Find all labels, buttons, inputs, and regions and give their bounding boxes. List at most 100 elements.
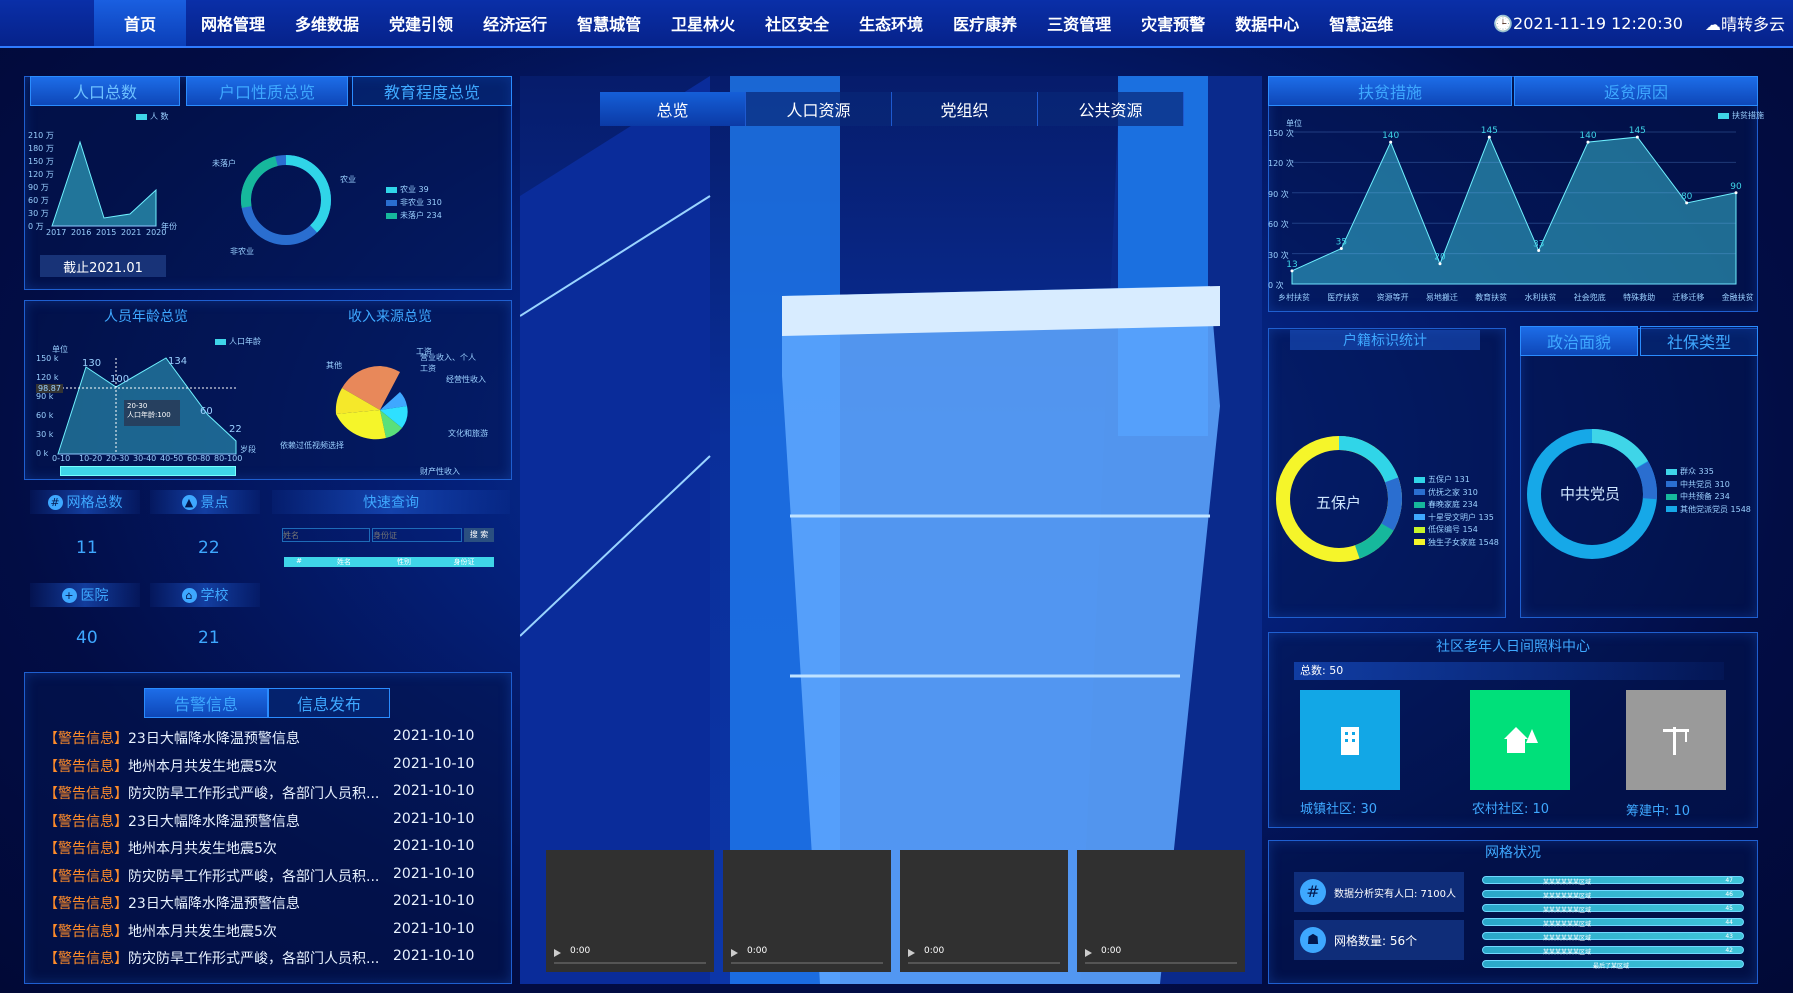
tab-social-security[interactable]: 社保类型 bbox=[1640, 326, 1758, 356]
video-player[interactable]: 0:00 bbox=[900, 850, 1068, 972]
tab-notices[interactable]: 信息发布 bbox=[268, 688, 390, 718]
nav-item-1[interactable]: 网格管理 bbox=[186, 0, 280, 46]
legend-swatch bbox=[1666, 493, 1677, 500]
area-data-label: 35 bbox=[1336, 238, 1347, 248]
grid-bar[interactable]: 某某某某某某区域 47 bbox=[1482, 876, 1744, 886]
grid-bar[interactable]: 某某某某某某区域 46 bbox=[1482, 890, 1744, 900]
tab-return-poverty[interactable]: 返贫原因 bbox=[1514, 76, 1758, 106]
grid-bar[interactable]: 某某某某某某区域 44 bbox=[1482, 918, 1744, 928]
nav-item-4[interactable]: 经济运行 bbox=[468, 0, 562, 46]
rural-community-box[interactable] bbox=[1470, 690, 1570, 790]
center-tab-2[interactable]: 党组织 bbox=[892, 92, 1038, 126]
center-tab-3[interactable]: 公共资源 bbox=[1038, 92, 1184, 126]
pop-date-note: 截止2021.01 bbox=[40, 255, 166, 277]
nav-item-6[interactable]: 卫星林火 bbox=[656, 0, 750, 46]
id-input[interactable] bbox=[372, 528, 462, 542]
video-progress[interactable] bbox=[908, 962, 1060, 964]
quick-query-text: 快速查询 bbox=[363, 495, 419, 511]
alert-date: 2021-10-10 bbox=[393, 755, 475, 772]
area-ytick: 60 次 bbox=[1268, 220, 1289, 230]
grid-bar[interactable]: 某某某某某某区域 42 bbox=[1482, 946, 1744, 956]
house-tree-icon bbox=[1504, 727, 1538, 753]
video-progress[interactable] bbox=[554, 962, 706, 964]
play-icon[interactable] bbox=[731, 949, 738, 957]
area-xtick: 水利扶贫 bbox=[1524, 293, 1557, 302]
tab-alerts[interactable]: 告警信息 bbox=[144, 688, 268, 718]
school-icon: ⌂ bbox=[181, 587, 197, 603]
legend-text: 优抚之家 310 bbox=[1428, 487, 1478, 497]
legend-swatch bbox=[1666, 468, 1677, 475]
grid-bar[interactable]: 某某某某某某区域 43 bbox=[1482, 932, 1744, 942]
income-label-4: 工资 bbox=[416, 347, 432, 356]
pop-xtick: 2016 bbox=[71, 228, 92, 237]
search-button[interactable]: 搜 索 bbox=[464, 528, 494, 542]
nav-item-3[interactable]: 党建引领 bbox=[374, 0, 468, 46]
video-player[interactable]: 0:00 bbox=[723, 850, 891, 972]
area-xtick: 金融扶贫 bbox=[1721, 293, 1754, 302]
nav-item-13[interactable]: 智慧运维 bbox=[1314, 0, 1408, 46]
play-icon[interactable] bbox=[1085, 949, 1092, 957]
age-ytick: 120 k bbox=[36, 373, 59, 382]
nav-item-11[interactable]: 灾害预警 bbox=[1126, 0, 1220, 46]
tab-household[interactable]: 户口性质总览 bbox=[186, 76, 348, 106]
urban-community-box[interactable] bbox=[1300, 690, 1400, 790]
tab-poverty[interactable]: 扶贫措施 bbox=[1268, 76, 1512, 106]
pop-date-text: 截止2021.01 bbox=[63, 260, 143, 276]
nav-item-0[interactable]: 首页 bbox=[94, 0, 187, 46]
legend-swatch bbox=[1414, 514, 1425, 520]
alert-row[interactable]: 【警告信息】防灾防旱工作形式严峻，各部门人员积... bbox=[44, 948, 379, 968]
play-icon[interactable] bbox=[908, 949, 915, 957]
nav-item-10[interactable]: 三资管理 bbox=[1032, 0, 1126, 46]
stat-hospital-text: 医院 bbox=[80, 588, 109, 604]
pop-xtick: 2021 bbox=[121, 228, 142, 237]
col-id: 身份证 bbox=[453, 558, 475, 566]
household-legend-text-1: 农业 39 bbox=[400, 185, 429, 194]
nav-item-9[interactable]: 医疗康养 bbox=[938, 0, 1032, 46]
legend-text: 春晚家庭 234 bbox=[1428, 500, 1478, 509]
center-tab-1[interactable]: 人口资源 bbox=[746, 92, 892, 126]
nav-item-5[interactable]: 智慧城管 bbox=[562, 0, 656, 46]
area-data-label: 145 bbox=[1629, 126, 1646, 136]
alert-row[interactable]: 【警告信息】23日大幅降水降温预警信息 bbox=[44, 893, 300, 913]
tab-population[interactable]: 人口总数 bbox=[30, 76, 180, 106]
under-construction-box[interactable] bbox=[1626, 690, 1726, 790]
alert-row[interactable]: 【警告信息】地州本月共发生地震5次 bbox=[44, 756, 277, 776]
legend-swatch bbox=[1414, 501, 1425, 508]
income-label-6: 依赖过低视频选择 bbox=[280, 441, 344, 450]
alert-row[interactable]: 【警告信息】防灾防旱工作形式严峻，各部门人员积... bbox=[44, 866, 379, 886]
alert-text: 防灾防旱工作形式严峻，各部门人员积... bbox=[128, 951, 380, 967]
nav-item-7[interactable]: 社区安全 bbox=[750, 0, 844, 46]
name-input[interactable] bbox=[282, 528, 370, 542]
tab-political[interactable]: 政治面貌 bbox=[1520, 326, 1638, 356]
alert-date: 2021-10-10 bbox=[393, 783, 475, 799]
video-player[interactable]: 0:00 bbox=[546, 850, 714, 972]
age-scroll-bar[interactable] bbox=[60, 466, 236, 476]
alert-row[interactable]: 【警告信息】防灾防旱工作形式严峻，各部门人员积... bbox=[44, 783, 379, 803]
video-time: 0:00 bbox=[570, 946, 591, 956]
alert-row[interactable]: 【警告信息】23日大幅降水降温预警信息 bbox=[44, 811, 300, 831]
3d-building-view[interactable] bbox=[520, 76, 1262, 984]
nav-item-8[interactable]: 生态环境 bbox=[844, 0, 938, 46]
nav-item-2[interactable]: 多维数据 bbox=[280, 0, 374, 46]
alert-row[interactable]: 【警告信息】地州本月共发生地震5次 bbox=[44, 838, 277, 858]
video-progress[interactable] bbox=[1085, 962, 1237, 964]
age-xtick: 60-80 bbox=[187, 454, 211, 463]
pop-legend-text: 人 数 bbox=[150, 112, 169, 121]
construction-label: 筹建中: 10 bbox=[1626, 804, 1691, 819]
grid-bar[interactable]: 某某某某某某区域 45 bbox=[1482, 904, 1744, 914]
video-player[interactable]: 0:00 bbox=[1077, 850, 1245, 972]
center-tab-0[interactable]: 总览 bbox=[600, 92, 746, 126]
nav-item-12[interactable]: 数据中心 bbox=[1220, 0, 1314, 46]
video-progress[interactable] bbox=[731, 962, 883, 964]
grid-bar-last[interactable]: 最后了某区域 bbox=[1482, 960, 1744, 970]
alert-row[interactable]: 【警告信息】23日大幅降水降温预警信息 bbox=[44, 728, 300, 748]
income-rose-chart bbox=[335, 366, 408, 440]
income-label-7: 财产性收入 bbox=[420, 467, 460, 476]
legend-swatch bbox=[1414, 539, 1425, 545]
alert-row[interactable]: 【警告信息】地州本月共发生地震5次 bbox=[44, 921, 277, 941]
tab-education[interactable]: 教育程度总览 bbox=[352, 76, 512, 106]
area-ytick: 90 次 bbox=[1268, 189, 1289, 199]
play-icon[interactable] bbox=[554, 949, 561, 957]
legend-text: 低保编号 154 bbox=[1428, 525, 1478, 534]
pop-ytick: 90 万 bbox=[28, 183, 49, 192]
